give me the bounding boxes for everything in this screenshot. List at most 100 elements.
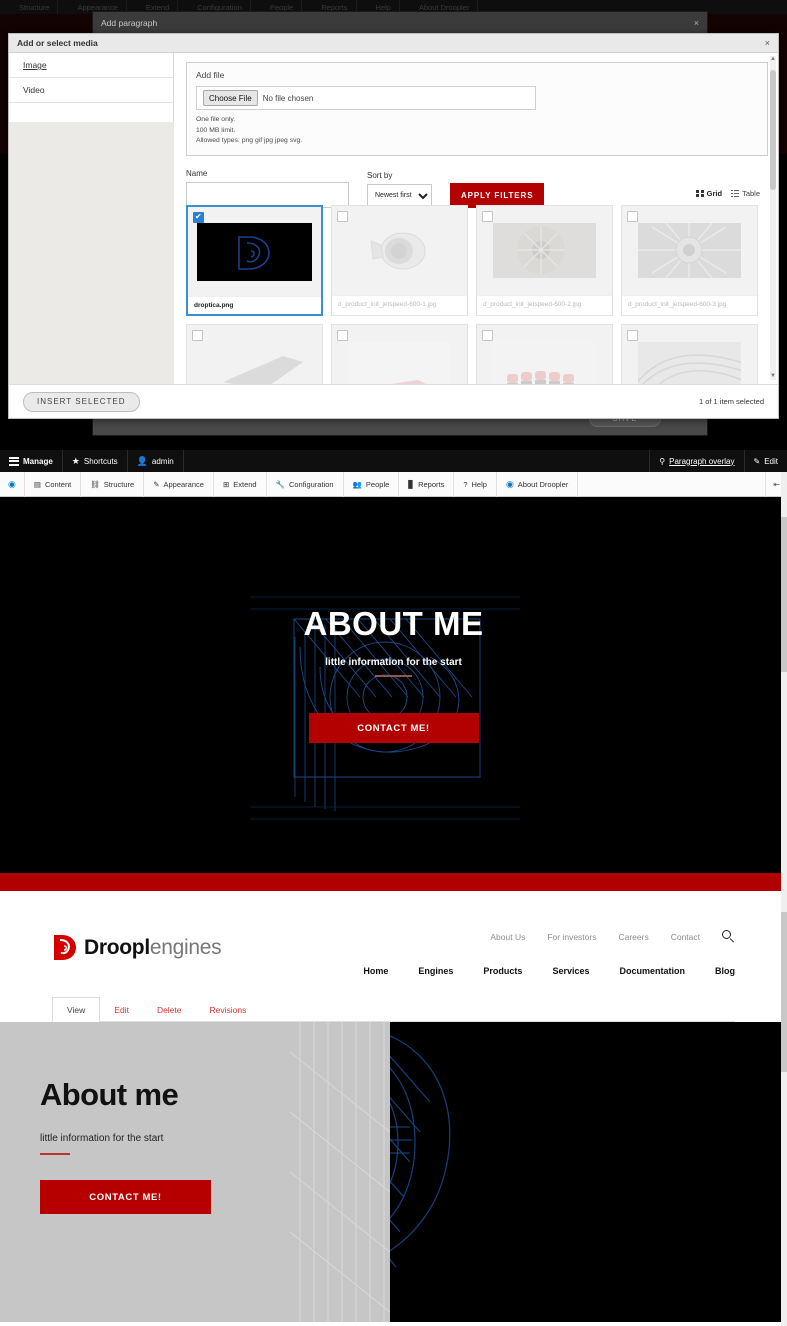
- airplane-wing-icon: [203, 342, 306, 384]
- choose-file-button[interactable]: Choose File: [203, 90, 258, 106]
- tab-revisions[interactable]: Revisions: [196, 998, 261, 1022]
- engine-nacelle-thumb: [357, 215, 443, 287]
- media-thumbnail: [187, 325, 322, 384]
- about-me-contact-button[interactable]: CONTACT ME!: [40, 1180, 211, 1214]
- jet-engine-icon: [369, 232, 425, 269]
- menu-label: Help: [471, 479, 487, 489]
- menu-item-about-droopler[interactable]: ◉ About Droopler: [497, 471, 579, 497]
- media-item-checkbox[interactable]: [337, 330, 348, 341]
- table-view-button[interactable]: Table: [731, 189, 760, 198]
- menu-item-reports[interactable]: ▊ Reports: [399, 471, 455, 497]
- menu-label: Reports: [418, 479, 445, 489]
- tab-edit[interactable]: Edit: [100, 998, 143, 1022]
- media-item-checkbox[interactable]: [482, 211, 493, 222]
- hero-photo: [390, 1022, 787, 1322]
- scrollbar-thumb[interactable]: [781, 912, 787, 1072]
- scroll-down-icon[interactable]: ▼: [770, 373, 776, 380]
- media-item-checkbox[interactable]: [337, 211, 348, 222]
- media-item-checkbox[interactable]: [627, 211, 638, 222]
- grid-view-label: Grid: [706, 189, 723, 198]
- toolbar-shortcuts-button[interactable]: ★ Shortcuts: [63, 450, 128, 472]
- main-nav: Home Engines Products Services Documenta…: [363, 966, 735, 976]
- media-item-checkbox[interactable]: [482, 330, 493, 341]
- media-item-name: d_product_init_jetspeed-600-3.jpg: [622, 295, 757, 313]
- page-scrollbar[interactable]: [781, 912, 787, 1326]
- name-filter-input[interactable]: [186, 181, 349, 208]
- nav-contact[interactable]: Contact: [671, 932, 700, 942]
- toolbar-manage-button[interactable]: Manage: [0, 450, 63, 472]
- apply-filters-button[interactable]: APPLY FILTERS: [450, 182, 545, 208]
- insert-selected-button[interactable]: INSERT SELECTED: [23, 391, 140, 412]
- menu-item-help[interactable]: ? Help: [454, 471, 497, 497]
- media-dialog-body: Image Video Add file Choose File No file…: [9, 53, 778, 384]
- menu-item-people[interactable]: 👥 People: [344, 471, 400, 497]
- file-input[interactable]: Choose File No file chosen: [196, 86, 536, 110]
- toolbar-user-button[interactable]: 👤 admin: [128, 450, 184, 472]
- media-item-checkbox[interactable]: [627, 330, 638, 341]
- media-item-card[interactable]: [476, 324, 613, 384]
- media-item-checkbox[interactable]: [192, 330, 203, 341]
- close-icon[interactable]: ×: [694, 18, 699, 28]
- hamburger-icon: [9, 456, 19, 466]
- menu-item-appearance[interactable]: ✎ Appearance: [144, 471, 214, 497]
- media-dialog-title: Add or select media: [17, 38, 98, 48]
- site-header: Drooplengines About Us For investors Car…: [0, 912, 787, 1023]
- nav-engines[interactable]: Engines: [418, 966, 453, 976]
- site-logo[interactable]: Drooplengines: [52, 934, 222, 961]
- hero-contact-button[interactable]: CONTACT ME!: [308, 713, 479, 743]
- chart-icon: ▊: [408, 479, 415, 489]
- media-item-card[interactable]: d_product_init_jetspeed-600-1.jpg: [331, 205, 468, 316]
- media-item-card[interactable]: droptica.png: [186, 205, 323, 316]
- constraint-allowed-types: Allowed types: png gif jpg jpeg svg.: [196, 137, 303, 145]
- nav-products[interactable]: Products: [483, 966, 522, 976]
- media-item-card[interactable]: [331, 324, 468, 384]
- tab-delete[interactable]: Delete: [143, 998, 196, 1022]
- search-icon[interactable]: [722, 930, 735, 943]
- media-type-sidebar: Image Video: [9, 53, 174, 384]
- media-type-video[interactable]: Video: [9, 78, 173, 103]
- media-item-checkbox[interactable]: [193, 212, 204, 223]
- nav-documentation[interactable]: Documentation: [619, 966, 685, 976]
- scrollbar-thumb[interactable]: [781, 517, 787, 672]
- media-thumbnail: [477, 206, 612, 295]
- grid-view-button[interactable]: Grid: [696, 189, 722, 198]
- media-type-image[interactable]: Image: [9, 53, 173, 78]
- tab-view[interactable]: View: [52, 997, 101, 1023]
- jet-fan-icon: [493, 223, 596, 278]
- add-file-label: Add file: [196, 70, 225, 80]
- menu-item-extend[interactable]: ⊞ Extend: [214, 471, 267, 497]
- nav-services[interactable]: Services: [552, 966, 589, 976]
- sort-by-select[interactable]: Newest first: [367, 183, 432, 208]
- hero-content: ABOUT ME little information for the star…: [0, 497, 787, 891]
- menu-label: Configuration: [288, 479, 334, 489]
- paragraph-overlay-label: Paragraph overlay: [669, 456, 735, 466]
- media-item-card[interactable]: [186, 324, 323, 384]
- nav-careers[interactable]: Careers: [618, 932, 648, 942]
- help-icon: [365, 3, 373, 11]
- menu-item-content[interactable]: ▤ Content: [25, 471, 82, 497]
- scroll-up-icon[interactable]: ▲: [770, 56, 776, 63]
- menu-item-configuration[interactable]: 🔧 Configuration: [267, 471, 344, 497]
- media-item-card[interactable]: d_product_init_jetspeed-600-2.jpg: [476, 205, 613, 316]
- about-me-divider: [40, 1153, 70, 1155]
- paragraph-overlay-button[interactable]: ⚲ Paragraph overlay: [649, 450, 743, 472]
- dimmed-toolbar-item[interactable]: Structure: [0, 0, 59, 14]
- star-icon: ★: [71, 455, 80, 466]
- content-icon: ▤: [33, 479, 41, 489]
- media-filters: Name Sort by Newest first APPLY FILTERS: [186, 169, 768, 208]
- admin-preview-section: Manage ★ Shortcuts 👤 admin ⚲ Paragraph o…: [0, 450, 787, 916]
- menu-item-structure[interactable]: ⛓ Structure: [81, 471, 145, 497]
- close-icon[interactable]: ×: [765, 38, 770, 48]
- nav-blog[interactable]: Blog: [715, 966, 735, 976]
- drupal-home-button[interactable]: ◉: [0, 471, 25, 497]
- nav-home[interactable]: Home: [363, 966, 388, 976]
- preview-scrollbar[interactable]: [781, 472, 787, 916]
- sidebar-filler: [9, 122, 174, 384]
- nav-about-us[interactable]: About Us: [490, 932, 525, 942]
- media-list-scrollbar[interactable]: ▲ ▼: [770, 56, 776, 380]
- media-item-card[interactable]: d_product_init_jetspeed-600-3.jpg: [621, 205, 758, 316]
- media-item-card[interactable]: [621, 324, 758, 384]
- edit-mode-button[interactable]: ✎ Edit: [743, 450, 787, 472]
- nav-for-investors[interactable]: For investors: [547, 932, 596, 942]
- scrollbar-thumb[interactable]: [770, 70, 776, 190]
